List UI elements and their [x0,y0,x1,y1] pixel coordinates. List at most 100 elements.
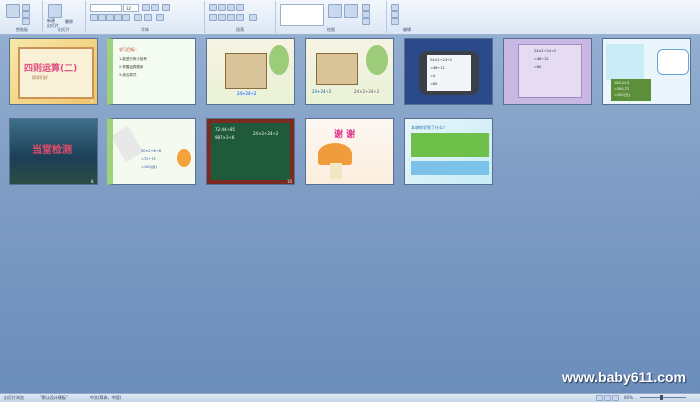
align-right-icon[interactable] [227,14,235,21]
group-label-editing: 编辑 [403,27,411,32]
mushroom-illustration [318,143,352,165]
slide-thumbnail-1[interactable]: 四则运算(二) 同学们好 [9,38,98,105]
slide-text-line: =48÷12 [430,66,445,70]
mushroom-stem [330,163,342,179]
normal-view-icon[interactable] [596,395,603,401]
speech-bubble [657,49,689,75]
slide-panel [411,133,489,157]
numbering-icon[interactable] [218,4,226,11]
slide-title: 谢 谢 [334,130,356,140]
format-painter-icon[interactable] [22,18,30,25]
delete-label[interactable]: 删除 [65,19,73,25]
slide-title: 当堂检测 [32,145,72,156]
group-label-drawing: 绘图 [327,27,335,32]
zoom-slider[interactable] [640,397,686,398]
slide-text-line: 24×2÷24÷2 [354,89,380,94]
shape-outline-icon[interactable] [362,11,370,18]
bullets-icon[interactable] [209,4,217,11]
answer-box: 100.2×3 =300.72 =250(元) [611,79,651,101]
slideshow-view-icon[interactable] [612,395,619,401]
slide-thumbnail-3[interactable]: 24+24÷2 [206,38,295,105]
bold-icon[interactable] [90,14,98,21]
find-icon[interactable] [391,4,399,11]
slide-text-line: 学习目标： [119,47,139,52]
slide-thumbnail-12[interactable]: 本课你学到了什么？ [404,118,493,185]
slide-thumbnail-9[interactable]: 30×2÷6÷6 =72÷72 =100(台) [107,118,196,185]
slide-text-line: 24+24÷2 [312,89,332,94]
align-left-icon[interactable] [209,14,217,21]
group-label-slides: 幻灯片 [58,27,70,32]
zoom-slider-thumb[interactable] [660,395,663,400]
select-icon[interactable] [391,18,399,25]
quick-styles-icon[interactable] [344,4,358,18]
slide-picture [606,44,644,80]
view-mode-label: 幻灯片浏览 [4,395,24,400]
slide-thumbnail-4[interactable]: 24+24÷2 24×2÷24÷2 [305,38,394,105]
slide-text-line: 1.能进行有小括号 [119,57,147,61]
slide-sorter-view-icon[interactable] [604,395,611,401]
slide-text-line: 24+24÷2 [237,91,257,96]
font-name-field[interactable] [90,4,122,12]
chalkboard: 72-44÷85 987×3÷6 24×2÷24÷2 [211,123,290,180]
slide-text-line: 30×2÷6÷6 [141,149,161,153]
slide-thumbnail-5[interactable]: 24×2÷24÷2 =48÷12 =4 =60 [404,38,493,105]
shadow-icon[interactable] [122,14,130,21]
slide-number: 8 [289,99,292,104]
slide-thumbnail-8[interactable]: 当堂检测 [9,118,98,185]
justify-icon[interactable] [236,14,244,21]
new-slide-icon[interactable] [48,4,62,18]
slide-thumbnail-7[interactable]: 100.2×3 =300.72 =250(元) [602,38,691,105]
slide-thumbnail-2[interactable]: 学习目标： 1.能进行有小括号 2.掌握运算顺序 3.综合算式 [107,38,196,105]
clear-format-icon[interactable] [162,4,170,11]
strike-icon[interactable] [114,14,122,21]
slide-number: 6 [91,99,94,104]
slide-subtitle: 同学们好 [32,75,48,80]
font-group: 32 字体 [86,1,205,33]
shape-effects-icon[interactable] [362,18,370,25]
slide-title: 四则运算(二) [24,64,78,74]
slide-text-line: 3.综合算式 [119,73,137,77]
copy-icon[interactable] [22,11,30,18]
replace-icon[interactable] [391,11,399,18]
char-spacing-icon[interactable] [134,14,142,21]
indent-increase-icon[interactable] [236,4,244,11]
drawing-group: 绘图 [276,1,387,33]
slide-panel [411,161,489,175]
font-size-field[interactable]: 32 [123,4,139,12]
font-color-icon[interactable] [156,14,164,21]
shape-fill-icon[interactable] [362,4,370,11]
slide-text-line: =60 [534,65,542,69]
italic-icon[interactable] [98,14,106,21]
columns-icon[interactable] [249,14,257,21]
shrink-font-icon[interactable] [151,4,159,11]
slide-number: 8 [91,179,94,184]
arrange-icon[interactable] [328,4,342,18]
clipboard-group: 剪贴板 [2,1,43,33]
change-case-icon[interactable] [144,14,152,21]
shapes-gallery[interactable] [280,4,324,26]
align-center-icon[interactable] [218,14,226,21]
slide-number: 10 [287,179,293,184]
slide-text-line: 987×3÷6 [215,135,235,140]
watermark: www.baby611.com [562,369,686,385]
editing-group: 编辑 [387,1,427,33]
underline-icon[interactable] [106,14,114,21]
grow-font-icon[interactable] [142,4,150,11]
slide-number: 7 [190,99,193,104]
ribbon: 剪贴板 新建 幻灯片 删除 幻灯片 32 字体 段落 绘图 编辑 [0,0,700,35]
slide-text-line: =250(元) [614,93,630,97]
group-label-paragraph: 段落 [236,27,244,32]
slide-thumbnail-10[interactable]: 72-44÷85 987×3÷6 24×2÷24÷2 [206,118,295,185]
indent-decrease-icon[interactable] [227,4,235,11]
gate-illustration [316,53,358,85]
slide-thumbnail-6[interactable]: 24×2÷24÷2 =48÷22 =60 [503,38,592,105]
slide-text-line: =72÷72 [141,157,156,161]
group-label-clipboard: 剪贴板 [16,27,28,32]
slide-thumbnail-11[interactable]: 谢 谢 [305,118,394,185]
group-label-font: 字体 [141,27,149,32]
slide-text-line: 本课你学到了什么？ [411,125,447,130]
slide-sorter: 四则运算(二) 同学们好 6 学习目标： 1.能进行有小括号 2.掌握运算顺序 … [0,35,700,393]
paste-icon[interactable] [6,4,20,18]
paragraph-group: 段落 [205,1,276,33]
cut-icon[interactable] [22,4,30,11]
